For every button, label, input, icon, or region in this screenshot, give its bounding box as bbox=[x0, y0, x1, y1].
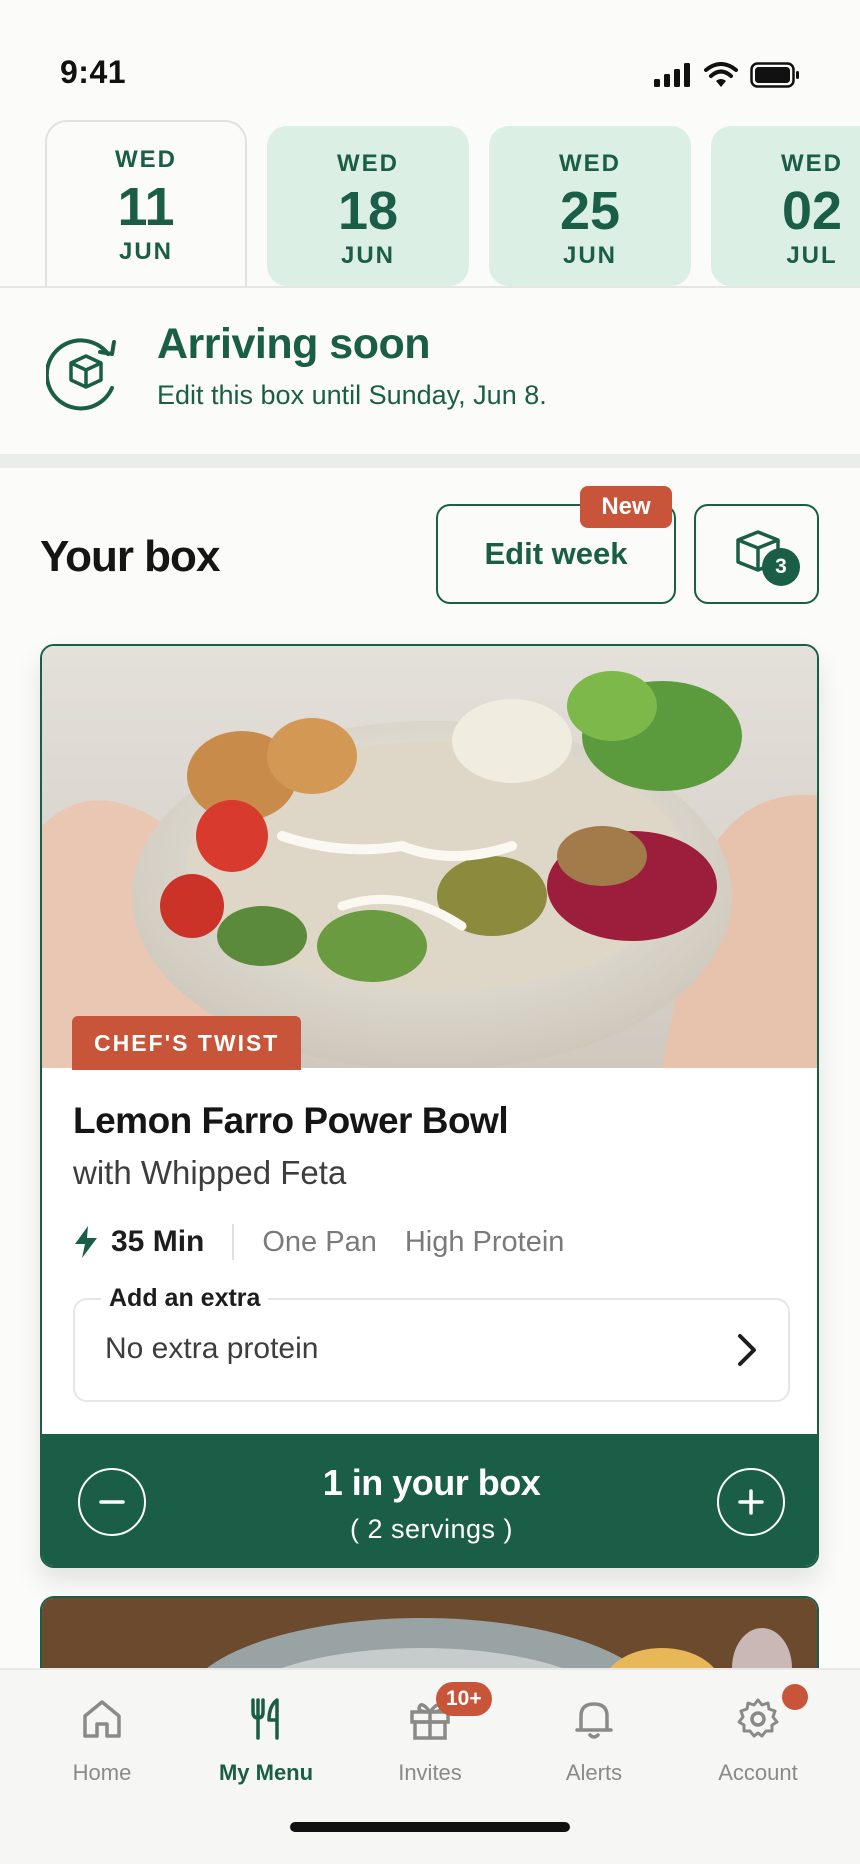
add-extra-label: Add an extra bbox=[101, 1284, 269, 1313]
recipe-subtitle: with Whipped Feta bbox=[73, 1154, 347, 1191]
box-summary-button[interactable] bbox=[694, 504, 819, 604]
nav-my-menu[interactable]: My Menu bbox=[184, 1670, 348, 1820]
date-day: 18 bbox=[337, 181, 399, 241]
nav-alerts[interactable]: Alerts bbox=[512, 1670, 676, 1820]
battery-icon bbox=[750, 62, 799, 88]
meta-divider bbox=[232, 1224, 235, 1260]
box-count-badge: 3 bbox=[762, 548, 800, 586]
bottom-nav: Home My Menu 10+ Invites Alerts Account bbox=[0, 1668, 860, 1864]
home-indicator bbox=[290, 1822, 570, 1832]
increase-quantity-button[interactable] bbox=[717, 1468, 785, 1536]
date-day: 25 bbox=[559, 181, 621, 241]
date-month: JUL bbox=[786, 242, 838, 269]
date-tab-jul-02[interactable]: WED 02 JUL bbox=[711, 126, 860, 286]
nav-label: Account bbox=[718, 1760, 798, 1785]
box-quantity-bar: 1 in your box ( 2 servings ) bbox=[42, 1434, 817, 1566]
date-weekday: WED bbox=[559, 150, 621, 177]
status-time: 9:41 bbox=[60, 54, 127, 90]
date-weekday: WED bbox=[781, 150, 843, 177]
new-badge: New bbox=[580, 486, 672, 528]
arriving-subtitle: Edit this box until Sunday, Jun 8. bbox=[157, 380, 547, 410]
date-month: JUN bbox=[562, 242, 617, 269]
add-extra-select[interactable]: Add an extra No extra protein bbox=[73, 1284, 790, 1402]
home-icon bbox=[83, 1700, 121, 1738]
date-month: JUN bbox=[340, 242, 395, 269]
account-notification-dot bbox=[782, 1684, 808, 1710]
recipe-time: 35 Min bbox=[111, 1225, 205, 1258]
add-extra-value: No extra protein bbox=[105, 1332, 319, 1365]
chefs-twist-tag: CHEF'S TWIST bbox=[72, 1016, 302, 1070]
chevron-right-icon bbox=[738, 1334, 756, 1366]
arriving-banner: Arriving soon Edit this box until Sunday… bbox=[0, 290, 860, 454]
bowl-photo bbox=[42, 646, 817, 1068]
nav-label: Home bbox=[72, 1760, 132, 1785]
nav-label: Invites bbox=[398, 1760, 462, 1785]
recipe-card[interactable]: CHEF'S TWIST Lemon Farro Power Bowl with… bbox=[40, 644, 819, 1568]
servings-count: ( 2 servings ) bbox=[349, 1514, 514, 1544]
nav-invites[interactable]: 10+ Invites bbox=[348, 1670, 512, 1820]
gear-icon bbox=[737, 1698, 779, 1738]
recipe-image bbox=[42, 646, 817, 1068]
date-day: 11 bbox=[117, 177, 175, 237]
nav-label: My Menu bbox=[218, 1760, 314, 1785]
delivery-date-tabs: WED 11 JUN WED 18 JUN WED 25 JUN WED 02 … bbox=[0, 120, 860, 288]
status-icons bbox=[654, 62, 800, 88]
arriving-title: Arriving soon bbox=[157, 320, 431, 368]
nav-label: Alerts bbox=[565, 1760, 623, 1785]
signal-icon bbox=[654, 63, 690, 87]
box-refresh-icon bbox=[46, 338, 116, 411]
nav-home[interactable]: Home bbox=[20, 1670, 184, 1820]
date-day: 02 bbox=[781, 181, 843, 241]
date-weekday: WED bbox=[337, 150, 399, 177]
recipe-tag-high-protein: High Protein bbox=[404, 1225, 565, 1258]
bell-icon bbox=[575, 1702, 613, 1739]
recipe-tag-one-pan: One Pan bbox=[262, 1225, 377, 1258]
invites-badge: 10+ bbox=[436, 1682, 492, 1716]
fork-knife-icon bbox=[251, 1698, 279, 1740]
date-weekday: WED bbox=[115, 146, 177, 173]
in-box-count: 1 in your box bbox=[322, 1462, 541, 1503]
date-tab-jun-18[interactable]: WED 18 JUN bbox=[267, 126, 469, 286]
status-bar: 9:41 bbox=[0, 0, 860, 110]
date-tab-jun-11[interactable]: WED 11 JUN bbox=[45, 120, 247, 286]
date-tab-jun-25[interactable]: WED 25 JUN bbox=[489, 126, 691, 286]
recipe-name: Lemon Farro Power Bowl bbox=[73, 1100, 509, 1141]
nav-account[interactable]: Account bbox=[676, 1670, 840, 1820]
your-box-title: Your box bbox=[40, 532, 220, 581]
section-divider bbox=[0, 454, 860, 468]
plus-icon bbox=[738, 1489, 764, 1515]
wifi-icon bbox=[704, 62, 738, 87]
date-month: JUN bbox=[118, 238, 173, 265]
recipe-meta: 35 Min One Pan High Protein bbox=[73, 1220, 592, 1264]
lightning-icon bbox=[75, 1226, 97, 1258]
